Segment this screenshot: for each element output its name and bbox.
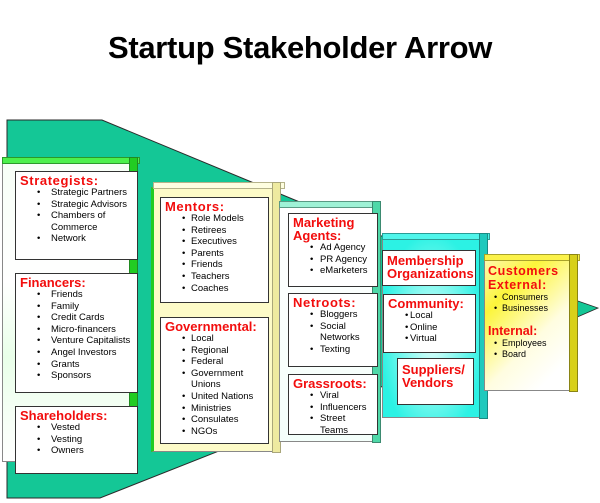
list-item: Vested — [20, 422, 133, 434]
list-item: Teachers — [165, 271, 264, 283]
netroots-heading: Netroots: — [293, 295, 357, 310]
list-item: Chambers of — [20, 210, 133, 222]
list-item: Strategic Partners — [20, 187, 133, 199]
list-item: Angel Investors — [20, 347, 133, 359]
strategists-box: Strategists: Strategic Partners Strategi… — [15, 171, 138, 260]
financers-heading: Financers: — [20, 275, 86, 290]
shareholders-heading: Shareholders: — [20, 408, 108, 423]
suppliers-heading-line2: Vendors — [402, 375, 454, 390]
list-item: Ministries — [165, 403, 264, 415]
list-item: Employees — [488, 338, 568, 349]
list-item: Strategic Advisors — [20, 199, 133, 211]
list-item: Local — [388, 310, 471, 322]
list-item: eMarketers — [293, 265, 373, 277]
list-item: Role Models — [165, 213, 264, 225]
netroots-list: Bloggers Social Networks Texting — [293, 309, 373, 355]
marketing-agents-heading-line2: Agents: — [293, 228, 342, 243]
netroots-box: Netroots: Bloggers Social Networks Texti… — [288, 293, 378, 367]
strategists-heading: Strategists: — [20, 173, 99, 188]
community-list: Local Online Virtual — [388, 310, 471, 345]
list-item: Micro-financers — [20, 324, 133, 336]
list-item: Ad Agency — [293, 242, 373, 254]
arrow-head — [574, 299, 600, 319]
community-heading: Community: — [388, 296, 464, 311]
list-item: Board — [488, 349, 568, 360]
list-item: Regional — [165, 345, 264, 357]
list-item: PR Agency — [293, 254, 373, 266]
external-heading: External: — [488, 278, 547, 292]
shareholders-box: Shareholders: Vested Vesting Owners — [15, 406, 138, 474]
grassroots-box: Grassroots: Viral Influencers Street Tea… — [288, 374, 378, 436]
list-item: Social — [293, 321, 373, 333]
list-item: Credit Cards — [20, 312, 133, 324]
list-item: Street Teams — [293, 413, 373, 436]
mentors-box: Mentors: Role Models Retirees Executives… — [160, 197, 269, 303]
list-item: Grants — [20, 359, 133, 371]
governmental-box: Governmental: Local Regional Federal Gov… — [160, 317, 269, 444]
list-item: Texting — [293, 344, 373, 356]
list-item: Vesting — [20, 434, 133, 446]
list-item: Owners — [20, 445, 133, 457]
list-item: Bloggers — [293, 309, 373, 321]
list-item: NGOs — [165, 426, 264, 438]
external-list: Consumers Businesses — [488, 292, 568, 314]
list-item: Viral — [293, 390, 373, 402]
list-item: Local — [165, 333, 264, 345]
list-item: Network — [20, 233, 133, 245]
strategists-list: Strategic Partners Strategic Advisors Ch… — [20, 187, 133, 245]
list-item: Virtual — [388, 333, 471, 345]
community-box: Community: Local Online Virtual — [383, 294, 476, 353]
suppliers-vendors-box: Suppliers/ Vendors — [397, 358, 474, 405]
list-item: Federal — [165, 356, 264, 368]
internal-list: Employees Board — [488, 338, 568, 360]
marketing-agents-box: Marketing Agents: Ad Agency PR Agency eM… — [288, 213, 378, 287]
list-item: Consumers — [488, 292, 568, 303]
financers-box: Financers: Friends Family Credit Cards M… — [15, 273, 138, 393]
shareholders-list: Vested Vesting Owners — [20, 422, 133, 457]
list-item: Government — [165, 368, 264, 380]
financers-list: Friends Family Credit Cards Micro-financ… — [20, 289, 133, 382]
list-item: Friends — [20, 289, 133, 301]
list-item: Consulates — [165, 414, 264, 426]
list-item: Networks — [320, 332, 360, 344]
governmental-list: Local Regional Federal Government Unions… — [165, 333, 264, 437]
list-item: Executives — [165, 236, 264, 248]
membership-organizations-box: Membership Organizations — [382, 250, 476, 286]
membership-heading-line2: Organizations — [387, 266, 474, 281]
list-item: Family — [20, 301, 133, 313]
list-item: Commerce — [51, 221, 98, 233]
list-item: Sponsors — [20, 370, 133, 382]
list-item: Coaches — [165, 283, 264, 295]
list-item: Venture Capitalists — [20, 335, 133, 347]
list-item: Businesses — [488, 303, 568, 314]
grassroots-list: Viral Influencers Street Teams — [293, 390, 373, 436]
stage-5-panel: Customers External: Consumers Businesses… — [484, 254, 580, 392]
mentors-list: Role Models Retirees Executives Parents … — [165, 213, 264, 294]
list-item: Influencers — [293, 402, 373, 414]
mentors-heading: Mentors: — [165, 199, 225, 214]
list-item: Unions — [191, 379, 221, 391]
list-item: Online — [388, 322, 471, 334]
list-item: Retirees — [165, 225, 264, 237]
marketing-agents-list: Ad Agency PR Agency eMarketers — [293, 242, 373, 277]
list-item: United Nations — [165, 391, 264, 403]
customers-heading: Customers — [488, 264, 559, 278]
governmental-heading: Governmental: — [165, 319, 257, 334]
internal-heading: Internal: — [488, 324, 538, 338]
list-item: Parents — [165, 248, 264, 260]
list-item: Friends — [165, 259, 264, 271]
grassroots-heading: Grassroots: — [293, 376, 367, 391]
